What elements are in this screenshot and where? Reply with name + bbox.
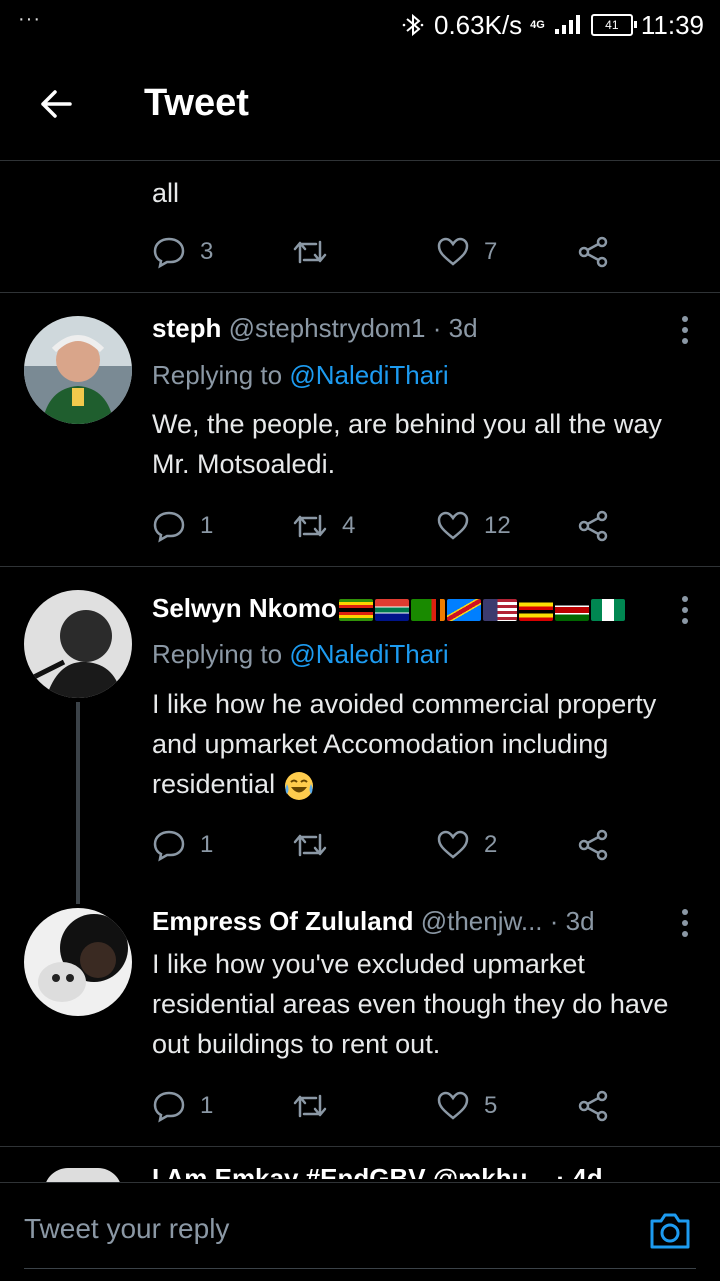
- dr-congo-flag-icon: [446, 599, 481, 622]
- tweet-header: Selwyn Nkomo: [152, 593, 625, 624]
- tweet-actions: 1 5: [152, 1084, 632, 1128]
- share-button[interactable]: [576, 1084, 610, 1128]
- back-arrow-icon[interactable]: [36, 84, 76, 124]
- nigeria-flag-icon: [590, 599, 625, 622]
- thread-line: [76, 702, 80, 904]
- tweet-actions: 3 7: [152, 230, 632, 274]
- retweet-icon: [293, 514, 327, 538]
- tweet-text: I like how you've excluded upmarket resi…: [152, 949, 669, 1059]
- avatar[interactable]: [24, 590, 132, 698]
- notification-dots: ···: [18, 8, 41, 30]
- like-button[interactable]: 5: [436, 1084, 497, 1128]
- retweet-icon: [293, 1094, 327, 1118]
- mention-link[interactable]: @NalediThari: [289, 639, 448, 669]
- clock: 11:39: [640, 9, 704, 40]
- reply-button[interactable]: 1: [152, 504, 213, 548]
- heart-icon: [437, 1091, 469, 1120]
- reply-button[interactable]: 1: [152, 1084, 213, 1128]
- reply-count: 3: [200, 238, 214, 265]
- share-button[interactable]: [576, 823, 610, 867]
- more-options-icon[interactable]: [680, 315, 690, 345]
- more-options-icon[interactable]: [680, 595, 690, 625]
- display-name[interactable]: Empress Of Zululand: [152, 906, 414, 936]
- reply-count: 1: [200, 831, 214, 858]
- retweet-icon: [293, 240, 327, 264]
- tweet-actions: 1 2: [152, 823, 632, 867]
- share-button[interactable]: [576, 504, 610, 548]
- reply-bar: Tweet your reply: [0, 1182, 720, 1281]
- avatar[interactable]: [24, 316, 132, 424]
- reply-icon: [153, 237, 185, 269]
- divider: [0, 292, 720, 293]
- replying-to: Replying to @NalediThari: [152, 360, 449, 390]
- signal-icon: [554, 15, 580, 34]
- network-speed: 0.63K/s: [434, 9, 523, 40]
- tweet-actions: 1 4 12: [152, 504, 632, 548]
- next-tweet-header: I Am Emkay #EndGBV @mkhu... · 4d: [152, 1163, 603, 1179]
- tweet-header: steph @stephstrydom1 · 3d: [152, 313, 478, 344]
- reply-count: 1: [200, 1092, 214, 1119]
- share-icon: [578, 510, 608, 542]
- retweet-button[interactable]: [292, 230, 328, 274]
- like-count: 5: [484, 1092, 498, 1119]
- tweet-text: We, the people, are behind you all the w…: [152, 409, 662, 479]
- like-button[interactable]: 2: [436, 823, 497, 867]
- reply-icon: [153, 830, 185, 862]
- divider: [0, 566, 720, 567]
- like-count: 7: [484, 238, 498, 265]
- replying-to: Replying to @NalediThari: [152, 639, 449, 669]
- tweet-text: I like how he avoided commercial propert…: [152, 684, 682, 804]
- usa-flag-icon: [482, 599, 517, 622]
- share-button[interactable]: [576, 230, 610, 274]
- reply-button[interactable]: 3: [152, 230, 213, 274]
- reply-underline: [24, 1268, 696, 1269]
- more-options-icon[interactable]: [680, 908, 690, 938]
- like-count: 12: [484, 512, 511, 539]
- zimbabwe-flag-icon: [338, 599, 373, 622]
- heart-icon: [437, 830, 469, 859]
- network-type: 4G: [530, 19, 545, 31]
- camera-icon[interactable]: [648, 1211, 692, 1251]
- retweet-button[interactable]: [292, 823, 328, 867]
- retweet-button[interactable]: 4: [292, 504, 355, 548]
- like-button[interactable]: 12: [436, 504, 511, 548]
- flag-emojis: [338, 599, 625, 622]
- page-title: Tweet: [144, 82, 249, 124]
- status-bar: ··· 0.63K/s 4G 41 11:39: [0, 0, 720, 50]
- reply-icon: [153, 511, 185, 543]
- retweet-count: 4: [342, 512, 356, 539]
- retweet-button[interactable]: [292, 1084, 328, 1128]
- heart-icon: [437, 237, 469, 266]
- bluetooth-icon: [402, 13, 424, 37]
- south-africa-flag-icon: [374, 599, 409, 622]
- tweet-text-end: all: [152, 178, 180, 208]
- user-handle[interactable]: @thenjw...: [421, 906, 543, 936]
- reply-input[interactable]: Tweet your reply: [24, 1213, 229, 1245]
- top-bar: Tweet: [0, 50, 720, 161]
- reply-button[interactable]: 1: [152, 823, 213, 867]
- share-icon: [578, 1090, 608, 1122]
- like-count: 2: [484, 831, 498, 858]
- tweet-time: · 3d: [432, 313, 478, 343]
- divider: [0, 1146, 720, 1147]
- like-button[interactable]: 7: [436, 230, 497, 274]
- zambia-flag-icon: [410, 599, 445, 622]
- reply-icon: [153, 1091, 185, 1123]
- display-name[interactable]: Selwyn Nkomo: [152, 593, 337, 623]
- user-handle[interactable]: @stephstrydom1: [229, 313, 426, 343]
- mention-link[interactable]: @NalediThari: [289, 360, 448, 390]
- tweet-header: Empress Of Zululand @thenjw... · 3d: [152, 906, 595, 937]
- retweet-icon: [293, 833, 327, 857]
- battery-icon: 41: [590, 14, 637, 36]
- joy-emoji-icon: [284, 771, 313, 800]
- heart-icon: [437, 511, 469, 540]
- avatar[interactable]: [24, 908, 132, 1016]
- share-icon: [578, 829, 608, 861]
- reply-count: 1: [200, 512, 214, 539]
- kenya-flag-icon: [554, 599, 589, 622]
- tweet-time: · 3d: [549, 906, 595, 936]
- display-name[interactable]: steph: [152, 313, 221, 343]
- uganda-flag-icon: [518, 599, 553, 622]
- share-icon: [578, 236, 608, 268]
